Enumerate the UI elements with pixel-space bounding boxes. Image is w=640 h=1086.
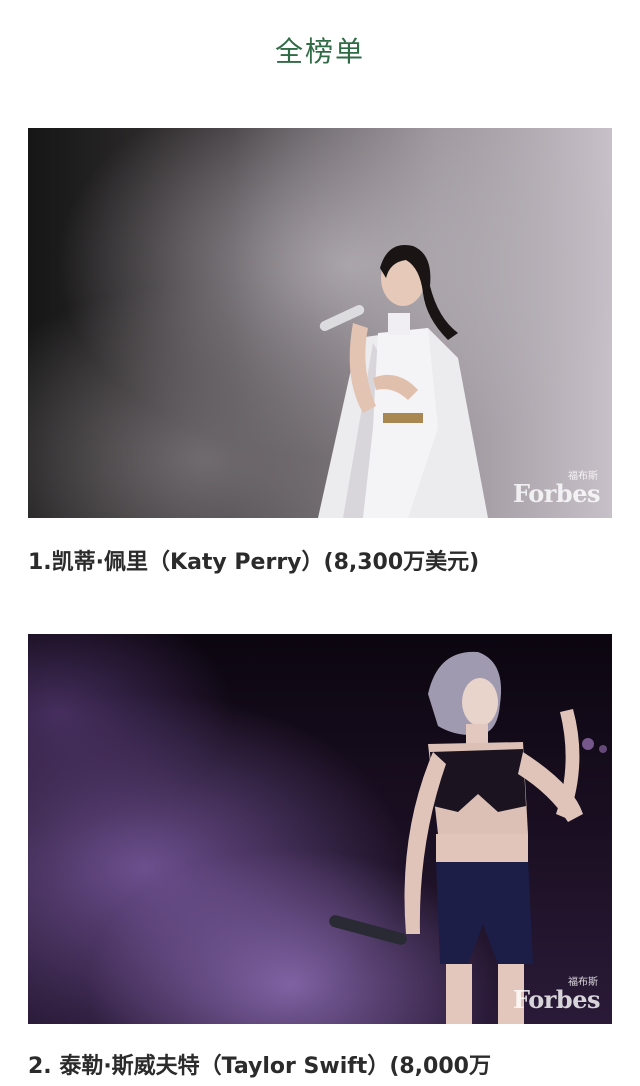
forbes-watermark: 福布斯 Forbes	[513, 472, 600, 506]
caption-rank-2: 2. 泰勒·斯威夫特（Taylor Swift）(8,000万	[28, 1054, 491, 1079]
photo-taylor-swift[interactable]: 福布斯 Forbes	[28, 634, 612, 1024]
performer-photo-icon	[28, 128, 612, 518]
forbes-watermark: 福布斯 Forbes	[513, 978, 600, 1012]
performer-photo-icon	[28, 634, 612, 1024]
caption-rank-1: 1.凯蒂·佩里（Katy Perry）(8,300万美元)	[28, 550, 480, 575]
photo-katy-perry[interactable]: 福布斯 Forbes	[28, 128, 612, 518]
page-title: 全榜单	[274, 35, 365, 68]
watermark-en: Forbes	[513, 479, 600, 508]
watermark-en: Forbes	[513, 985, 600, 1014]
